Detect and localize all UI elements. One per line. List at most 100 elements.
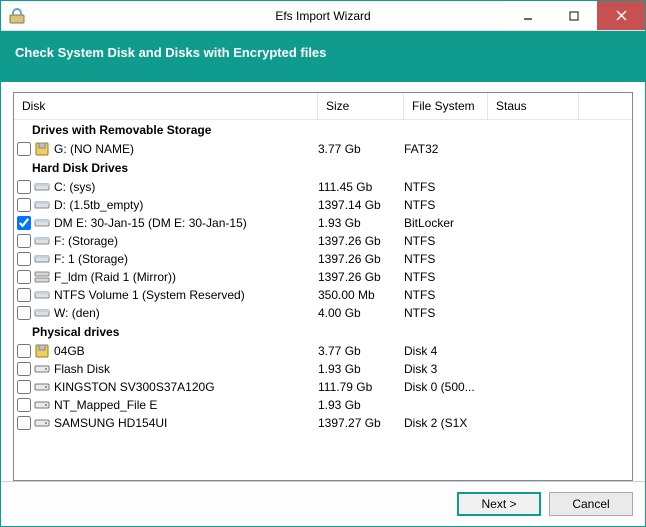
disk-name: NTFS Volume 1 (System Reserved) xyxy=(54,288,318,302)
disk-checkbox[interactable] xyxy=(17,362,31,376)
disk-filesystem: NTFS xyxy=(404,306,488,320)
column-filesystem[interactable]: File System xyxy=(404,93,488,119)
hdd-icon xyxy=(34,179,50,195)
window-buttons xyxy=(505,1,645,30)
disk-row[interactable]: DM E: 30-Jan-15 (DM E: 30-Jan-15)1.93 Gb… xyxy=(14,214,632,232)
wizard-header-title: Check System Disk and Disks with Encrypt… xyxy=(15,45,326,60)
disk-filesystem: NTFS xyxy=(404,270,488,284)
disk-size: 1397.26 Gb xyxy=(318,234,404,248)
raid-icon xyxy=(34,269,50,285)
disk-checkbox[interactable] xyxy=(17,216,31,230)
hdd-icon xyxy=(34,305,50,321)
close-button[interactable] xyxy=(597,1,645,30)
disk-row[interactable]: C: (sys)111.45 GbNTFS xyxy=(14,178,632,196)
app-icon xyxy=(9,8,25,24)
phys-icon xyxy=(34,397,50,413)
phys-icon xyxy=(34,415,50,431)
disk-name: F: (Storage) xyxy=(54,234,318,248)
disk-size: 4.00 Gb xyxy=(318,306,404,320)
phys-icon xyxy=(34,379,50,395)
disk-row[interactable]: Flash Disk1.93 GbDisk 3 xyxy=(14,360,632,378)
disk-checkbox[interactable] xyxy=(17,306,31,320)
disk-checkbox[interactable] xyxy=(17,398,31,412)
wizard-window: Efs Import Wizard Check System Disk and … xyxy=(0,0,646,527)
column-status[interactable]: Staus xyxy=(488,93,578,119)
disk-filesystem: NTFS xyxy=(404,234,488,248)
disk-rows[interactable]: Drives with Removable StorageG: (NO NAME… xyxy=(14,120,632,480)
disk-filesystem: FAT32 xyxy=(404,142,488,156)
disk-checkbox[interactable] xyxy=(17,234,31,248)
disk-row[interactable]: G: (NO NAME)3.77 GbFAT32 xyxy=(14,140,632,158)
disk-filesystem: Disk 0 (500... xyxy=(404,380,488,394)
disk-row[interactable]: F: 1 (Storage)1397.26 GbNTFS xyxy=(14,250,632,268)
disk-checkbox[interactable] xyxy=(17,416,31,430)
disk-checkbox[interactable] xyxy=(17,288,31,302)
column-headers: Disk Size File System Staus xyxy=(14,93,632,120)
disk-row[interactable]: F_ldm (Raid 1 (Mirror))1397.26 GbNTFS xyxy=(14,268,632,286)
wizard-footer: Next > Cancel xyxy=(1,481,645,526)
removable-icon xyxy=(34,141,50,157)
column-disk[interactable]: Disk xyxy=(14,93,318,119)
titlebar: Efs Import Wizard xyxy=(1,1,645,31)
disk-checkbox[interactable] xyxy=(17,180,31,194)
group-header: Hard Disk Drives xyxy=(14,158,632,178)
disk-name: NT_Mapped_File E xyxy=(54,398,318,412)
disk-row[interactable]: 04GB3.77 GbDisk 4 xyxy=(14,342,632,360)
disk-filesystem: Disk 4 xyxy=(404,344,488,358)
minimize-button[interactable] xyxy=(505,1,551,30)
disk-checkbox[interactable] xyxy=(17,252,31,266)
disk-name: W: (den) xyxy=(54,306,318,320)
disk-size: 111.45 Gb xyxy=(318,180,404,194)
disk-row[interactable]: NTFS Volume 1 (System Reserved)350.00 Mb… xyxy=(14,286,632,304)
disk-size: 3.77 Gb xyxy=(318,344,404,358)
disk-filesystem: Disk 2 (S1X xyxy=(404,416,488,430)
hdd-icon xyxy=(34,197,50,213)
disk-name: DM E: 30-Jan-15 (DM E: 30-Jan-15) xyxy=(54,216,318,230)
disk-name: D: (1.5tb_empty) xyxy=(54,198,318,212)
disk-size: 111.79 Gb xyxy=(318,380,404,394)
disk-filesystem: Disk 3 xyxy=(404,362,488,376)
disk-size: 1397.27 Gb xyxy=(318,416,404,430)
disk-row[interactable]: F: (Storage)1397.26 GbNTFS xyxy=(14,232,632,250)
hdd-icon xyxy=(34,215,50,231)
disk-name: F: 1 (Storage) xyxy=(54,252,318,266)
disk-row[interactable]: NT_Mapped_File E1.93 Gb xyxy=(14,396,632,414)
disk-name: C: (sys) xyxy=(54,180,318,194)
disk-checkbox[interactable] xyxy=(17,380,31,394)
disk-checkbox[interactable] xyxy=(17,142,31,156)
scroll-gutter xyxy=(578,93,595,119)
next-button[interactable]: Next > xyxy=(457,492,541,516)
column-size[interactable]: Size xyxy=(318,93,404,119)
removable-icon xyxy=(34,343,50,359)
disk-row[interactable]: KINGSTON SV300S37A120G111.79 GbDisk 0 (5… xyxy=(14,378,632,396)
disk-size: 1.93 Gb xyxy=(318,216,404,230)
disk-size: 1397.26 Gb xyxy=(318,270,404,284)
disk-row[interactable]: W: (den)4.00 GbNTFS xyxy=(14,304,632,322)
disk-name: 04GB xyxy=(54,344,318,358)
disk-name: KINGSTON SV300S37A120G xyxy=(54,380,318,394)
hdd-icon xyxy=(34,233,50,249)
disk-row[interactable]: SAMSUNG HD154UI1397.27 GbDisk 2 (S1X xyxy=(14,414,632,432)
disk-filesystem: NTFS xyxy=(404,180,488,194)
disk-size: 350.00 Mb xyxy=(318,288,404,302)
disk-checkbox[interactable] xyxy=(17,198,31,212)
disk-checkbox[interactable] xyxy=(17,344,31,358)
cancel-button[interactable]: Cancel xyxy=(549,492,633,516)
phys-icon xyxy=(34,361,50,377)
disk-size: 1397.26 Gb xyxy=(318,252,404,266)
disk-size: 1397.14 Gb xyxy=(318,198,404,212)
group-header: Physical drives xyxy=(14,322,632,342)
disk-name: SAMSUNG HD154UI xyxy=(54,416,318,430)
hdd-icon xyxy=(34,287,50,303)
disk-size: 1.93 Gb xyxy=(318,362,404,376)
disk-filesystem: BitLocker xyxy=(404,216,488,230)
group-header: Drives with Removable Storage xyxy=(14,120,632,140)
disk-name: G: (NO NAME) xyxy=(54,142,318,156)
disk-row[interactable]: D: (1.5tb_empty)1397.14 GbNTFS xyxy=(14,196,632,214)
disk-checkbox[interactable] xyxy=(17,270,31,284)
disk-filesystem: NTFS xyxy=(404,252,488,266)
disk-listview: Disk Size File System Staus Drives with … xyxy=(13,92,633,481)
maximize-button[interactable] xyxy=(551,1,597,30)
content-area: Disk Size File System Staus Drives with … xyxy=(1,82,645,481)
wizard-header: Check System Disk and Disks with Encrypt… xyxy=(1,31,645,82)
